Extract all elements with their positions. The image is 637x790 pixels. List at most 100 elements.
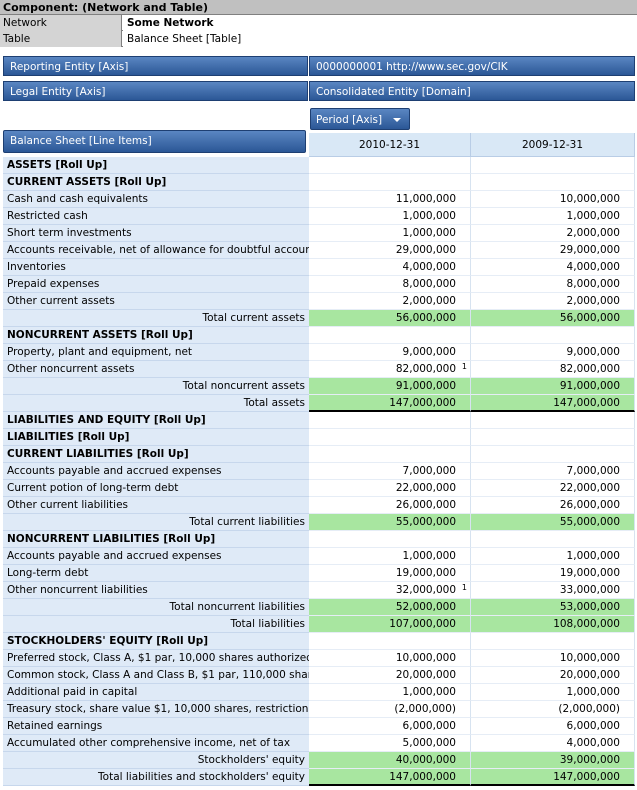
table-row: Accounts payable and accrued expenses 7,0…: [3, 463, 635, 480]
row-value: 8,000,000: [471, 276, 635, 293]
table-row: Total current assets 56,000,000 56,000,000: [3, 310, 635, 327]
row-value: 1,000,000: [471, 548, 635, 565]
row-value: [309, 446, 471, 463]
value-text: 5,000,000: [402, 737, 456, 749]
row-value: 56,000,000: [471, 310, 635, 327]
axis-row-legal-entity: Legal Entity [Axis] Consolidated Entity …: [3, 80, 635, 102]
row-value: 1,000,000: [471, 208, 635, 225]
table-row: Accumulated other comprehensive income, …: [3, 735, 635, 752]
row-value: 19,000,000: [309, 565, 471, 582]
value-text: 55,000,000: [395, 516, 456, 528]
table-row: Stockholders' equity 40,000,000 39,000,000: [3, 752, 635, 769]
row-label: LIABILITIES [Roll Up]: [3, 429, 309, 446]
value-text: 7,000,000: [566, 465, 620, 477]
row-value: [309, 633, 471, 650]
row-label: Treasury stock, share value $1, 10,000 s…: [3, 701, 309, 718]
row-label: Accumulated other comprehensive income, …: [3, 735, 309, 752]
row-label: Prepaid expenses: [3, 276, 309, 293]
row-value: 147,000,000: [309, 395, 471, 412]
row-value: [309, 327, 471, 344]
value-text: 107,000,000: [389, 618, 456, 630]
table-row: Other noncurrent assets 82,000,000 1 82,000…: [3, 361, 635, 378]
row-label: Other noncurrent liabilities: [3, 582, 309, 599]
row-value: 2,000,000: [471, 293, 635, 310]
axis-label[interactable]: Legal Entity [Axis]: [3, 81, 308, 101]
value-text: 8,000,000: [566, 278, 620, 290]
table-row: Retained earnings 6,000,000 6,000,000: [3, 718, 635, 735]
row-value: 82,000,000 1: [309, 361, 471, 378]
row-value: 10,000,000: [471, 191, 635, 208]
value-text: 10,000,000: [559, 652, 620, 664]
row-value: 108,000,000: [471, 616, 635, 633]
value-text: 2,000,000: [402, 295, 456, 307]
value-text: 33,000,000: [559, 584, 620, 596]
row-value: 20,000,000: [309, 667, 471, 684]
row-value: 1,000,000: [309, 548, 471, 565]
value-text: 20,000,000: [395, 669, 456, 681]
value-text: 22,000,000: [559, 482, 620, 494]
row-value: 4,000,000: [471, 259, 635, 276]
row-value: 1,000,000: [471, 684, 635, 701]
value-text: 4,000,000: [402, 261, 456, 273]
row-value: 2,000,000: [471, 225, 635, 242]
period-axis-dropdown[interactable]: Period [Axis]: [310, 108, 410, 130]
row-value: 10,000,000: [309, 650, 471, 667]
axis-label[interactable]: Reporting Entity [Axis]: [3, 56, 308, 76]
table-row: Total noncurrent liabilities 52,000,000 53…: [3, 599, 635, 616]
value-text: 7,000,000: [402, 465, 456, 477]
row-value: [309, 174, 471, 191]
row-label: Property, plant and equipment, net: [3, 344, 309, 361]
axis-value[interactable]: 0000000001 http://www.sec.gov/CIK: [309, 56, 635, 76]
row-value: 55,000,000: [309, 514, 471, 531]
row-label: Restricted cash: [3, 208, 309, 225]
row-label: ASSETS [Roll Up]: [3, 157, 309, 174]
row-label: Preferred stock, Class A, $1 par, 10,000…: [3, 650, 309, 667]
row-value: [309, 157, 471, 174]
row-value: 8,000,000: [309, 276, 471, 293]
value-text: (2,000,000): [558, 703, 620, 715]
value-text: 1,000,000: [566, 550, 620, 562]
table-row: Total current liabilities 55,000,000 55,00…: [3, 514, 635, 531]
line-items-header[interactable]: Balance Sheet [Line Items]: [3, 130, 306, 153]
row-label: Total noncurrent liabilities: [3, 599, 309, 616]
row-value: 6,000,000: [309, 718, 471, 735]
row-label: Total liabilities: [3, 616, 309, 633]
value-text: 26,000,000: [395, 499, 456, 511]
table-row: STOCKHOLDERS' EQUITY [Roll Up]: [3, 633, 635, 650]
value-text: 8,000,000: [402, 278, 456, 290]
table-row: CURRENT LIABILITIES [Roll Up]: [3, 446, 635, 463]
row-label: STOCKHOLDERS' EQUITY [Roll Up]: [3, 633, 309, 650]
axis-value[interactable]: Consolidated Entity [Domain]: [309, 81, 635, 101]
table-row: Treasury stock, share value $1, 10,000 s…: [3, 701, 635, 718]
table-row: Property, plant and equipment, net 9,000,…: [3, 344, 635, 361]
table-row: LIABILITIES [Roll Up]: [3, 429, 635, 446]
period-axis-label: Period [Axis]: [316, 114, 383, 126]
info-value: Some Network: [123, 15, 637, 31]
footnote-marker[interactable]: 1: [462, 579, 467, 596]
value-text: 4,000,000: [566, 261, 620, 273]
value-text: 147,000,000: [389, 771, 456, 783]
row-value: 91,000,000: [471, 378, 635, 395]
table-row: Cash and cash equivalents 11,000,000 10,00…: [3, 191, 635, 208]
row-label: Additional paid in capital: [3, 684, 309, 701]
row-value: (2,000,000): [471, 701, 635, 718]
value-text: 147,000,000: [553, 397, 620, 409]
footnote-marker[interactable]: 1: [462, 358, 467, 375]
row-value: [309, 531, 471, 548]
row-label: Short term investments: [3, 225, 309, 242]
value-text: 91,000,000: [395, 380, 456, 392]
table-row: Total liabilities 107,000,000 108,000,000: [3, 616, 635, 633]
table-row: Total assets 147,000,000 147,000,000: [3, 395, 635, 412]
row-value: [471, 327, 635, 344]
table-row: Current potion of long-term debt 22,000,0…: [3, 480, 635, 497]
table-row: Prepaid expenses 8,000,000 8,000,000: [3, 276, 635, 293]
row-label: NONCURRENT LIABILITIES [Roll Up]: [3, 531, 309, 548]
row-label: Total assets: [3, 395, 309, 412]
value-text: 147,000,000: [389, 397, 456, 409]
info-row-network: Network Some Network: [0, 15, 637, 31]
row-value: 4,000,000: [471, 735, 635, 752]
row-label: Inventories: [3, 259, 309, 276]
row-value: 4,000,000: [309, 259, 471, 276]
table-row: Accounts payable and accrued expenses 1,0…: [3, 548, 635, 565]
row-label: Other noncurrent assets: [3, 361, 309, 378]
